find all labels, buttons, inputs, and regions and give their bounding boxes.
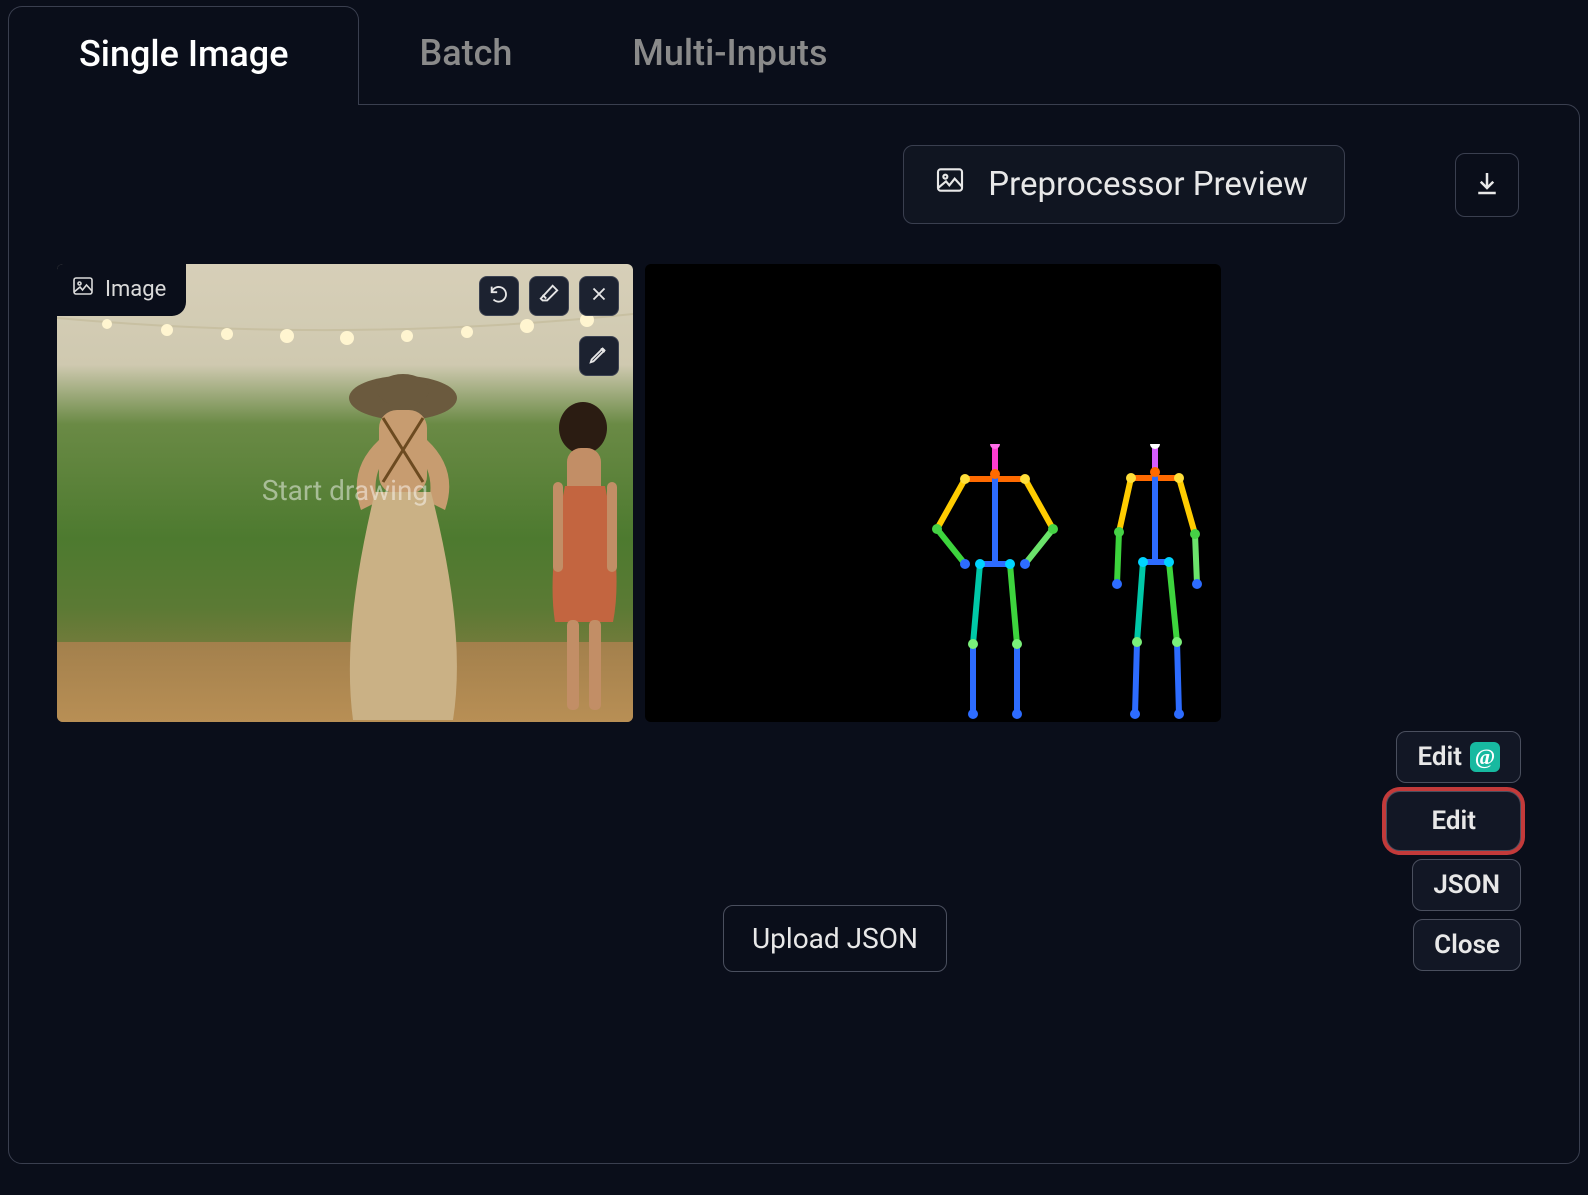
image-controls [479,276,619,316]
photo-figure-2 [527,402,633,722]
upload-json-button[interactable]: Upload JSON [723,905,947,972]
image-badge-label: Image [105,277,166,302]
eraser-button[interactable] [529,276,569,316]
draw-hint-text: Start drawing [262,474,428,507]
preprocessor-preview-text: Preprocessor Preview [988,165,1308,204]
right-side-actions: Edit @ Edit JSON Close [1386,731,1521,971]
preprocessor-preview-label: Preprocessor Preview [903,145,1345,224]
tab-single-image[interactable]: Single Image [8,6,359,105]
edit-photopea-label: Edit [1417,742,1462,772]
top-bar: Preprocessor Preview [9,105,1579,244]
pen-tool-button[interactable] [579,336,619,376]
tabs: Single Image Batch Multi-Inputs [8,6,1580,105]
image-badge: Image [57,264,186,316]
photopea-icon: @ [1470,742,1500,772]
eraser-icon [538,283,560,309]
photo-figure-1 [317,372,489,722]
download-icon [1472,168,1502,202]
clear-button[interactable] [579,276,619,316]
source-image-canvas[interactable]: Image Start drawing [57,264,633,722]
tab-batch[interactable]: Batch [359,6,572,105]
main-panel: Preprocessor Preview [8,104,1580,1164]
close-icon [588,283,610,309]
tab-multi-inputs[interactable]: Multi-Inputs [572,6,887,105]
pose-skeleton-2 [1095,444,1215,722]
undo-icon [488,283,510,309]
pose-preview [645,264,1221,722]
undo-button[interactable] [479,276,519,316]
image-icon [934,164,966,205]
download-button[interactable] [1455,153,1519,217]
json-button[interactable]: JSON [1412,859,1521,911]
pose-skeleton-1 [925,444,1065,722]
edit-button[interactable]: Edit [1386,791,1521,851]
pen-icon [588,343,610,369]
content-row: Image Start drawing [9,244,1579,722]
image-icon [71,274,95,304]
close-button[interactable]: Close [1413,919,1521,971]
edit-photopea-button[interactable]: Edit @ [1396,731,1521,783]
